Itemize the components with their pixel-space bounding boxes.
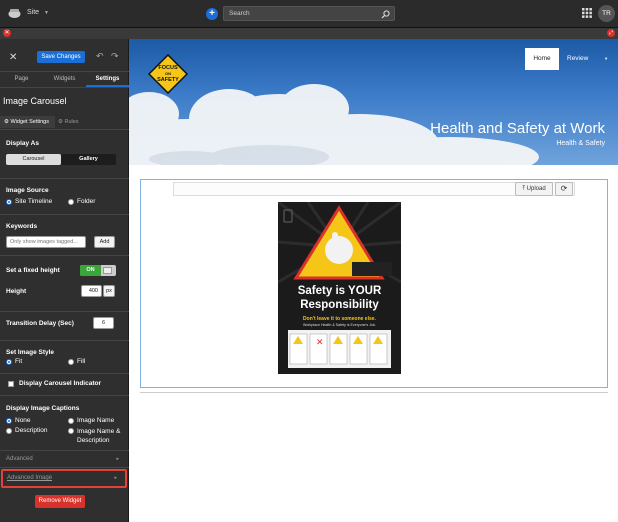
hero-banner: FOCUS ON SAFETY Home Review ▼ Health and… <box>129 39 618 165</box>
tab-widgets[interactable]: Widgets <box>43 72 86 86</box>
edit-strip: ✕ ⤢ <box>0 28 618 39</box>
fit-label: Fit <box>15 358 23 365</box>
remove-widget-button[interactable]: Remove Widget <box>35 495 85 508</box>
chevron-down-icon: ▼ <box>44 10 49 16</box>
tab-page[interactable]: Page <box>0 72 43 86</box>
carousel-option-button[interactable]: Carousel <box>6 154 61 165</box>
folder-radio[interactable] <box>68 199 74 205</box>
advanced-label: Advanced <box>6 456 33 462</box>
tab-settings[interactable]: Settings <box>86 72 129 86</box>
refresh-button[interactable]: ⟳ <box>555 182 573 196</box>
caption-image-name-radio[interactable] <box>68 418 74 424</box>
widget-settings-panel: ✕ Save Changes ↶ ↷ Page Widgets Settings… <box>0 39 129 522</box>
nav-review[interactable]: Review ▼ <box>561 48 609 70</box>
caret-right-icon: ▸ <box>114 475 117 481</box>
image-source-label: Image Source <box>6 187 49 194</box>
add-keyword-button[interactable]: Add <box>94 236 115 248</box>
redo-icon[interactable]: ↷ <box>111 51 119 62</box>
fixed-height-label: Set a fixed height <box>6 267 60 274</box>
hero-title: Health and Safety at Work <box>430 120 605 137</box>
search-icon[interactable] <box>381 10 390 19</box>
rules-icon: ⚙ <box>58 119 63 125</box>
poster-headline-1: Safety is YOUR <box>297 285 382 297</box>
save-changes-button[interactable]: Save Changes <box>37 51 85 63</box>
hero-subtitle: Health & Safety <box>556 140 605 147</box>
nav-review-label: Review <box>567 55 589 62</box>
caption-name-description-label: Image Name & Description <box>77 428 121 444</box>
chevron-down-icon: ▼ <box>604 56 609 61</box>
carousel-indicator-label: Display Carousel Indicator <box>19 380 101 387</box>
caption-none-label: None <box>15 417 31 424</box>
close-icon[interactable]: ✕ <box>3 29 11 37</box>
captions-label: Display Image Captions <box>6 405 80 412</box>
caption-name-description-radio[interactable] <box>68 428 74 434</box>
poster-headline-2: Responsibility <box>300 299 379 311</box>
toggle-on-label: ON <box>80 265 101 276</box>
gallery-option-button[interactable]: Gallery <box>61 154 116 165</box>
height-unit: px <box>103 285 115 297</box>
close-panel-icon[interactable]: ✕ <box>9 52 17 63</box>
advanced-section[interactable]: Advanced ▸ <box>0 452 129 466</box>
caption-none-radio[interactable] <box>6 418 12 424</box>
search-input[interactable]: Search <box>223 6 395 21</box>
fixed-height-toggle[interactable]: ON <box>80 265 116 276</box>
fill-radio[interactable] <box>68 359 74 365</box>
height-input[interactable]: 400 <box>81 285 102 297</box>
keywords-input[interactable]: Only show images tagged... <box>6 236 86 248</box>
add-button[interactable]: + <box>206 8 218 20</box>
advanced-image-label: Advanced Image <box>7 475 53 481</box>
fill-label: Fill <box>77 358 86 365</box>
subtab-widget-settings[interactable]: ⚙ Widget Settings <box>0 116 55 128</box>
avatar[interactable]: TR <box>598 5 615 22</box>
caret-right-icon: ▸ <box>116 456 119 462</box>
transition-delay-input[interactable]: 6 <box>93 317 114 329</box>
widget-bottom-rule <box>140 392 608 393</box>
site-timeline-label: Site Timeline <box>15 198 53 205</box>
fit-radio[interactable] <box>6 359 12 365</box>
toggle-handle <box>103 267 112 274</box>
top-bar: Site ▼ + Search TR <box>0 0 618 28</box>
expand-icon[interactable]: ⤢ <box>607 29 615 37</box>
nav-home[interactable]: Home <box>525 48 559 70</box>
wrench-icon: ⚙ <box>4 119 9 125</box>
site-label: Site <box>27 9 40 16</box>
caption-image-name-label: Image Name <box>77 417 115 424</box>
subtab-label: Rules <box>64 119 79 125</box>
logo-text-3: SAFETY <box>157 77 179 83</box>
height-label: Height <box>6 288 27 295</box>
apps-grid-icon[interactable] <box>582 8 592 18</box>
subtab-rules[interactable]: ⚙ Rules <box>58 116 118 128</box>
upload-button[interactable]: ⤒ Upload <box>515 182 553 196</box>
undo-icon[interactable]: ↶ <box>96 51 104 62</box>
poster-tagline-2: Workplace Health & Safety is Everyone's … <box>303 323 376 327</box>
transition-delay-label: Transition Delay (Sec) <box>6 320 74 327</box>
refresh-icon: ⟳ <box>560 184 568 193</box>
caption-description-radio[interactable] <box>6 428 12 434</box>
upload-label: Upload <box>526 186 546 192</box>
site-menu[interactable]: Site ▼ <box>27 9 49 16</box>
subtab-label: Widget Settings <box>10 119 49 125</box>
caption-description-label: Description <box>15 427 48 434</box>
image-style-label: Set Image Style <box>6 349 55 356</box>
poster-tagline-1: Don't leave it to someone else. <box>303 316 376 322</box>
panel-title: Image Carousel <box>3 96 67 106</box>
folder-label: Folder <box>77 198 96 205</box>
upload-icon: ⤒ <box>522 186 525 192</box>
safety-logo: FOCUS ON SAFETY <box>147 53 189 95</box>
site-timeline-radio[interactable] <box>6 199 12 205</box>
display-as-label: Display As <box>6 140 39 147</box>
search-placeholder: Search <box>229 10 250 17</box>
svg-text:✕: ✕ <box>316 338 324 348</box>
advanced-image-section[interactable]: Advanced Image ▸ <box>1 469 127 488</box>
carousel-indicator-checkbox[interactable] <box>8 381 14 387</box>
carousel-image[interactable]: ✕ Safety is YOUR Responsibility Don't le… <box>278 202 401 374</box>
site-logo-icon[interactable] <box>8 8 21 19</box>
keywords-label: Keywords <box>6 223 38 230</box>
page-canvas: FOCUS ON SAFETY Home Review ▼ Health and… <box>129 39 618 522</box>
